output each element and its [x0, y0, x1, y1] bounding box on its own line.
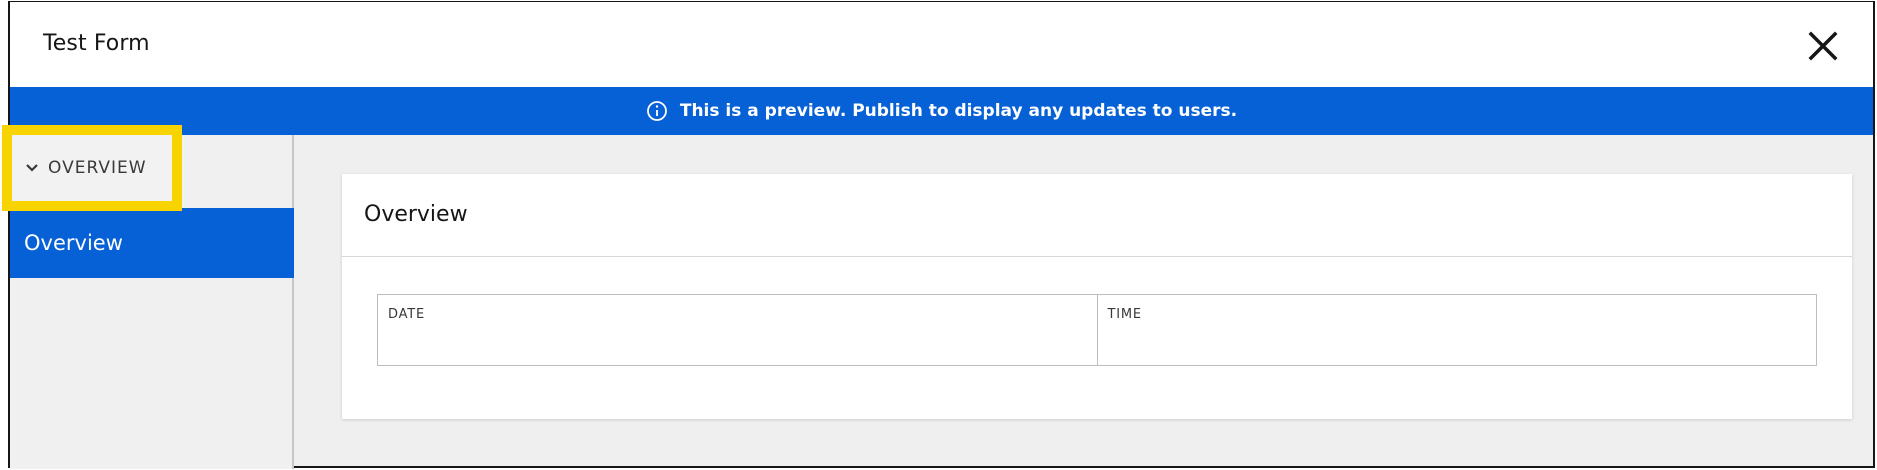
banner-text: This is a preview. Publish to display an…	[679, 101, 1238, 121]
info-icon	[646, 101, 667, 121]
sidebar-item-overview[interactable]: Overview	[10, 208, 294, 278]
time-field-label: TIME	[1107, 307, 1142, 322]
preview-dialog: Test Form This is a preview. Publish to …	[8, 1, 1875, 469]
close-icon	[1808, 31, 1838, 61]
preview-banner: This is a preview. Publish to display an…	[10, 87, 1873, 135]
dialog-header: Test Form	[10, 2, 1873, 87]
date-field[interactable]: DATE	[377, 294, 1098, 366]
sidebar-item-label: Overview	[24, 231, 123, 255]
chevron-down-icon	[26, 164, 38, 172]
close-button[interactable]	[1803, 26, 1843, 66]
card-title: Overview	[364, 202, 468, 227]
section-toggle-overview[interactable]: OVERVIEW	[2, 125, 182, 211]
section-toggle-label: OVERVIEW	[48, 158, 147, 178]
dialog-title: Test Form	[43, 31, 150, 56]
overview-card: Overview DATE TIME	[342, 174, 1852, 419]
field-row: DATE TIME	[377, 294, 1817, 366]
time-field[interactable]: TIME	[1097, 294, 1817, 366]
card-divider	[342, 256, 1852, 257]
date-field-label: DATE	[388, 307, 426, 322]
